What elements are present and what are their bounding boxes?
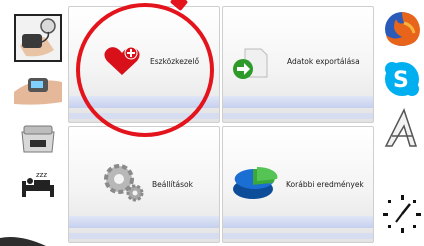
tile-data-export-label: Adatok exportálása (287, 57, 360, 66)
pie-chart-icon (233, 166, 278, 199)
sleep-bed-icon: zzz (22, 171, 54, 197)
tile-device-manager[interactable]: Eszközkezelő (68, 6, 220, 123)
device-weighing-scale[interactable] (14, 116, 62, 164)
heart-plus-icon (104, 46, 140, 75)
device-blood-pressure-monitor[interactable] (14, 14, 62, 62)
pulse-oximeter-icon (14, 78, 62, 105)
tile-stripe-lower (223, 233, 373, 239)
firefox-icon (385, 12, 420, 46)
menu-grid: Eszközkezelő Adatok exportálása Beállítá… (68, 6, 374, 246)
page-fold-decoration (0, 237, 46, 246)
clock-icon (383, 195, 421, 233)
tile-stripe (223, 96, 373, 108)
tile-settings-label: Beállítások (152, 180, 193, 189)
blood-pressure-monitor-icon (16, 16, 60, 60)
app-firefox[interactable] (380, 6, 424, 52)
app-clock[interactable] (380, 190, 424, 236)
app-skype[interactable]: S (380, 56, 424, 102)
gears-icon (104, 164, 144, 202)
tile-previous-results[interactable]: Korábbi eredmények (222, 126, 374, 243)
document-export-icon (233, 48, 268, 79)
tile-data-export[interactable]: Adatok exportálása (222, 6, 374, 123)
tile-stripe-lower (223, 113, 373, 119)
weighing-scale-icon (21, 125, 55, 153)
device-pulse-oximeter[interactable] (14, 64, 62, 112)
tile-previous-results-label: Korábbi eredmények (286, 180, 364, 189)
tile-stripe (69, 96, 219, 108)
tile-device-manager-label: Eszközkezelő (150, 57, 200, 66)
device-sleep[interactable]: zzz (14, 160, 62, 208)
tile-stripe (69, 216, 219, 228)
app-inkscape[interactable] (380, 106, 424, 152)
inkscape-icon (384, 108, 418, 147)
app-sidebar: S (374, 0, 424, 246)
tile-stripe-lower (69, 233, 219, 239)
tile-stripe (223, 216, 373, 228)
skype-icon: S (385, 62, 419, 96)
device-sidebar: zzz (0, 0, 70, 246)
svg-text:S: S (393, 68, 409, 93)
tile-stripe-lower (69, 113, 219, 119)
sleep-glyph: zzz (36, 171, 47, 179)
tile-settings[interactable]: Beállítások (68, 126, 220, 243)
